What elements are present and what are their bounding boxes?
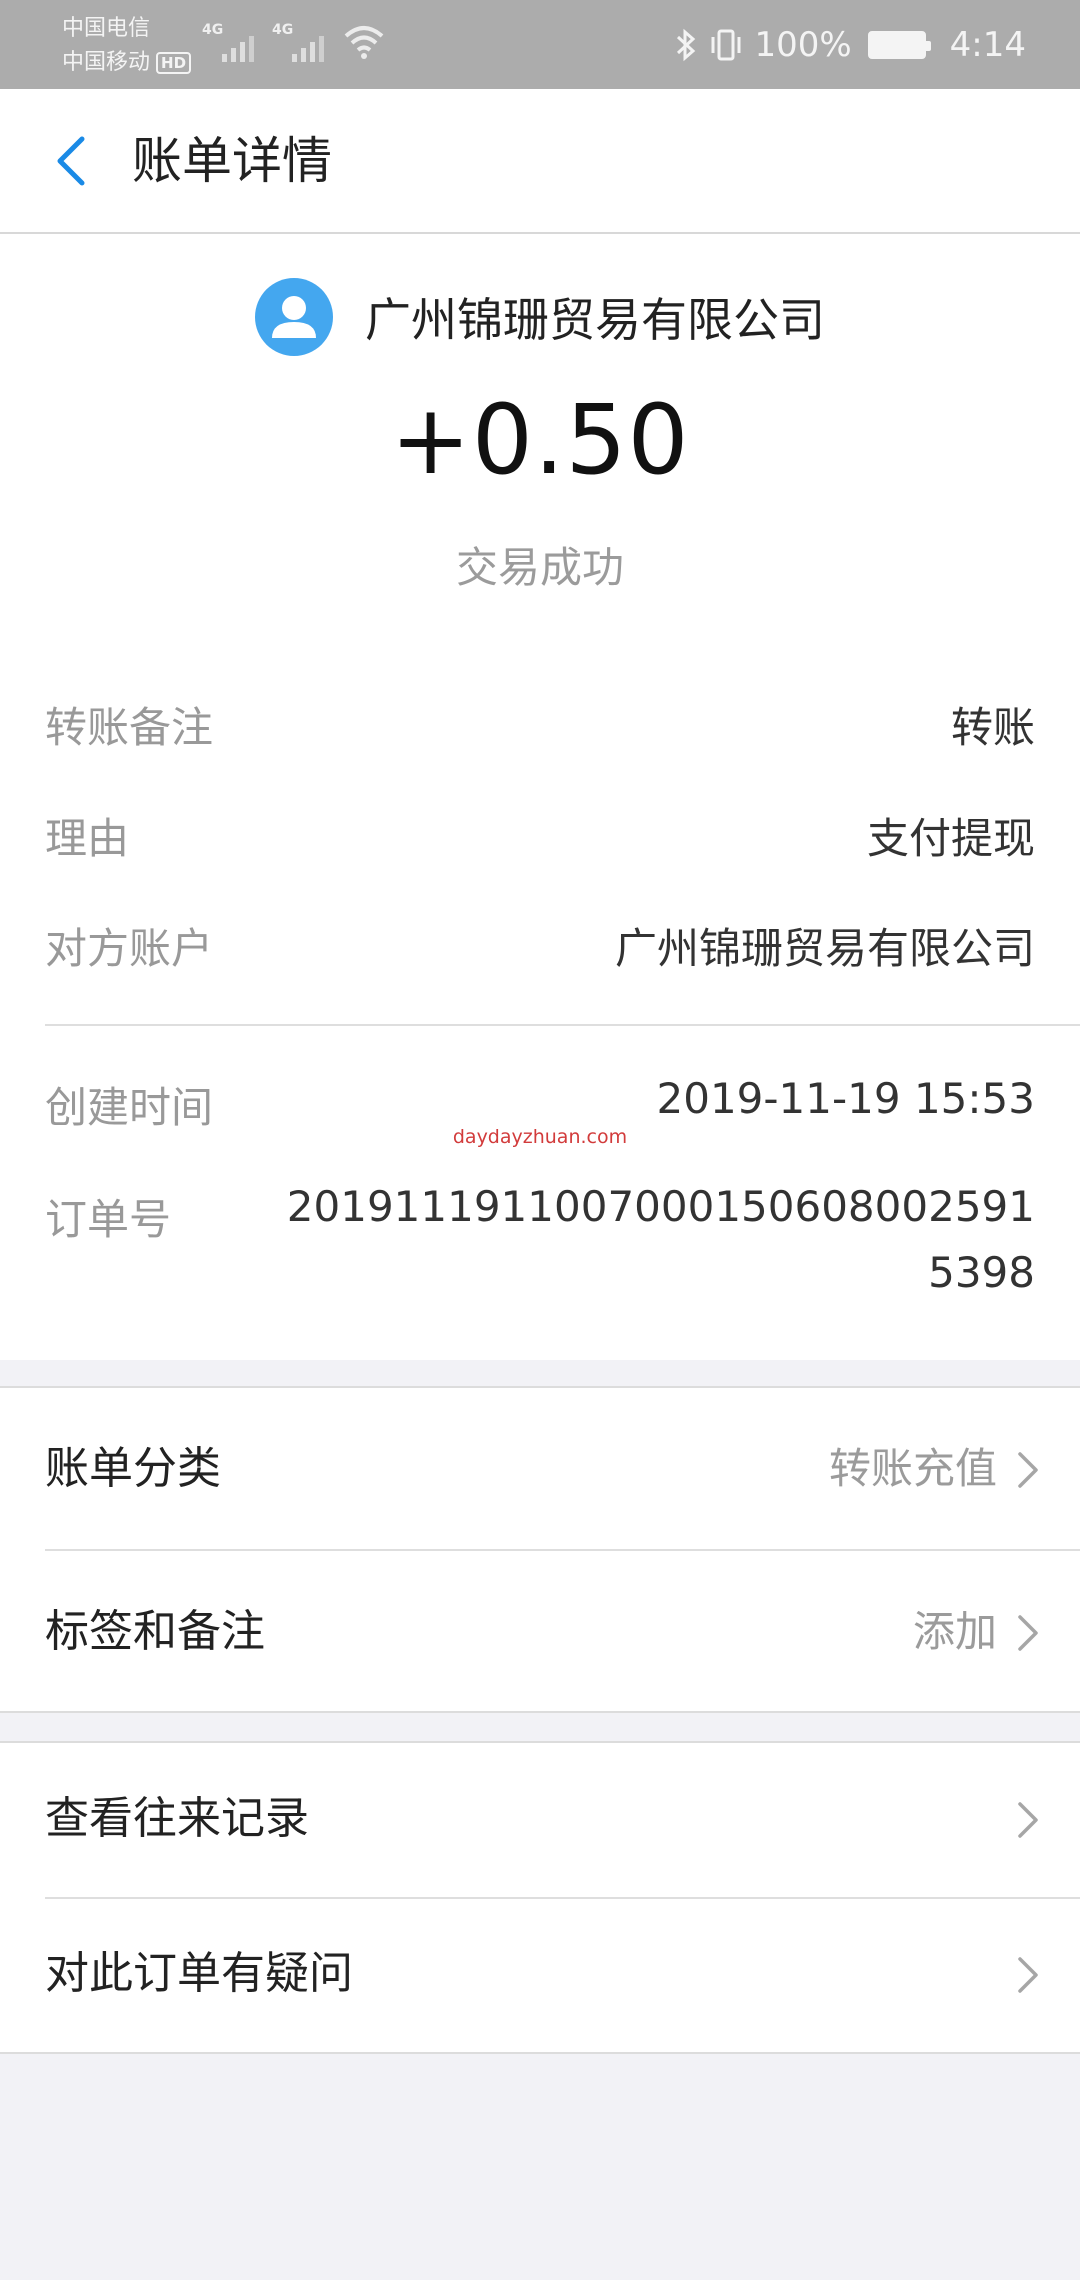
tags-remarks-label: 标签和备注 xyxy=(45,1606,265,1657)
carrier-info: 中国电信 中国移动 HD xyxy=(62,12,192,80)
network-type-2: 4G xyxy=(272,22,294,38)
chevron-left-icon xyxy=(57,136,85,186)
battery-percent: 100% xyxy=(754,24,852,65)
bill-category-label: 账单分类 xyxy=(45,1443,221,1494)
bill-options-group: 账单分类 转账充值 标签和备注 添加 xyxy=(0,1386,1080,1713)
chevron-right-icon xyxy=(1018,1452,1038,1488)
order-number-value: 2019111911007000150608002591 5398 xyxy=(286,1182,1035,1297)
bill-category-row[interactable]: 账单分类 转账充值 xyxy=(0,1388,1080,1549)
hd-badge: HD xyxy=(156,52,192,74)
avatar xyxy=(255,278,333,356)
tags-remarks-value: 添加 xyxy=(912,1607,997,1656)
transaction-detail-card: 广州锦珊贸易有限公司 +0.50 交易成功 转账备注 转账 理由 支付提现 对方… xyxy=(0,234,1080,1360)
network-type-1: 4G xyxy=(202,22,224,38)
wifi-icon xyxy=(344,26,384,59)
back-button[interactable] xyxy=(40,131,100,191)
clock: 4:14 xyxy=(949,24,1026,65)
amount: +0.50 xyxy=(390,384,690,496)
vibrate-icon xyxy=(711,29,741,60)
created-time-value: 2019-11-19 15:53 xyxy=(656,1074,1035,1123)
user-icon xyxy=(272,296,316,338)
view-history-row[interactable]: 查看往来记录 xyxy=(0,1738,1080,1899)
view-history-label: 查看往来记录 xyxy=(45,1793,309,1844)
signal-1-icon: 4G xyxy=(202,22,254,62)
battery-icon xyxy=(867,30,931,59)
watermark: daydayzhuan.com xyxy=(452,1126,628,1148)
page-title: 账单详情 xyxy=(132,132,332,190)
signal-indicators: 4G 4G xyxy=(202,22,386,62)
remark-value: 转账 xyxy=(950,703,1035,752)
tags-remarks-row[interactable]: 标签和备注 添加 xyxy=(0,1551,1080,1712)
signal-2-icon: 4G xyxy=(272,22,324,62)
carrier-1: 中国电信 xyxy=(62,16,151,41)
bill-category-value: 转账充值 xyxy=(828,1444,997,1493)
status-right: 100% 4:14 xyxy=(674,0,1026,89)
order-number-label: 订单号 xyxy=(45,1195,172,1244)
status-bar: 中国电信 中国移动 HD 4G 4G 100% 4:14 xyxy=(0,0,1080,89)
remark-label: 转账备注 xyxy=(45,703,214,752)
order-question-label: 对此订单有疑问 xyxy=(45,1948,353,1999)
chevron-right-icon xyxy=(1018,1615,1038,1651)
payee-name: 广州锦珊贸易有限公司 xyxy=(365,293,825,347)
reason-label: 理由 xyxy=(45,814,130,863)
chevron-right-icon xyxy=(1018,1957,1038,1993)
reason-value: 支付提现 xyxy=(866,814,1035,863)
carrier-2: 中国移动 xyxy=(62,50,151,75)
order-question-row[interactable]: 对此订单有疑问 xyxy=(0,1893,1080,2054)
divider xyxy=(45,1024,1080,1026)
account-value: 广州锦珊贸易有限公司 xyxy=(614,924,1035,973)
header: 账单详情 xyxy=(0,89,1080,234)
chevron-right-icon xyxy=(1018,1802,1038,1838)
bluetooth-icon xyxy=(677,28,696,61)
payee: 广州锦珊贸易有限公司 xyxy=(0,278,1080,356)
record-options-group: 查看往来记录 对此订单有疑问 xyxy=(0,1741,1080,2054)
account-label: 对方账户 xyxy=(45,924,214,973)
trade-status: 交易成功 xyxy=(455,543,624,592)
